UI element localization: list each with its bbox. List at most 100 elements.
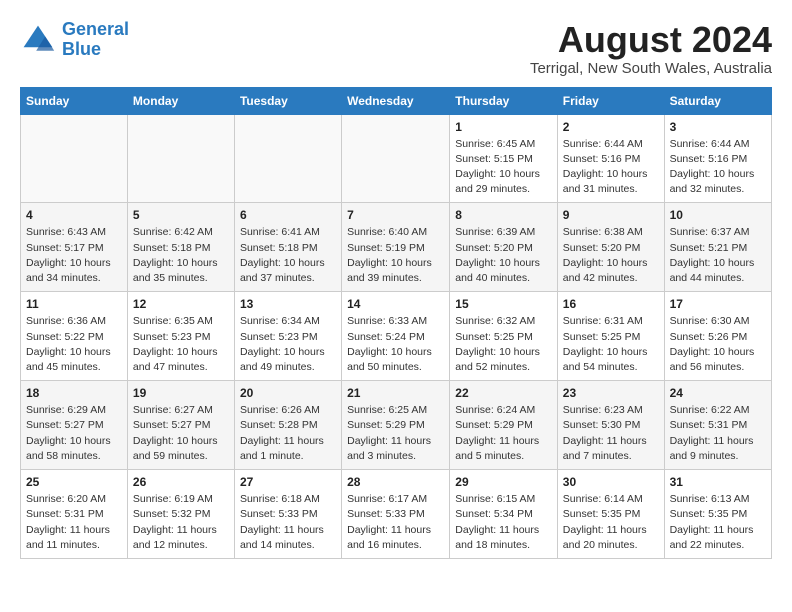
day-info: Sunrise: 6:27 AM Sunset: 5:27 PM Dayligh… — [133, 403, 229, 464]
day-info: Sunrise: 6:25 AM Sunset: 5:29 PM Dayligh… — [347, 403, 444, 464]
logo-text: General Blue — [62, 20, 129, 60]
col-header-sunday: Sunday — [21, 87, 128, 114]
table-row: 22 Sunrise: 6:24 AM Sunset: 5:29 PM Dayli… — [450, 381, 558, 470]
day-info: Sunrise: 6:15 AM Sunset: 5:34 PM Dayligh… — [455, 492, 552, 553]
table-row: 3Sunrise: 6:44 AM Sunset: 5:16 PM Daylig… — [664, 114, 771, 203]
day-number: 20 — [240, 386, 336, 400]
day-info: Sunrise: 6:34 AM Sunset: 5:23 PM Dayligh… — [240, 314, 336, 375]
table-row: 27 Sunrise: 6:18 AM Sunset: 5:33 PM Dayli… — [234, 470, 341, 559]
day-info: Sunrise: 6:17 AM Sunset: 5:33 PM Dayligh… — [347, 492, 444, 553]
table-row: 6 Sunrise: 6:41 AM Sunset: 5:18 PM Daylig… — [234, 203, 341, 292]
table-row: 2 Sunrise: 6:44 AM Sunset: 5:16 PM Daylig… — [557, 114, 664, 203]
day-number: 25 — [26, 475, 122, 489]
table-row: 18Sunrise: 6:29 AM Sunset: 5:27 PM Dayli… — [21, 381, 128, 470]
day-info: Sunrise: 6:41 AM Sunset: 5:18 PM Dayligh… — [240, 225, 336, 286]
table-row — [342, 114, 450, 203]
day-info: Sunrise: 6:42 AM Sunset: 5:18 PM Dayligh… — [133, 225, 229, 286]
logo: General Blue — [20, 20, 129, 60]
day-info: Sunrise: 6:36 AM Sunset: 5:22 PM Dayligh… — [26, 314, 122, 375]
table-row: 1Sunrise: 6:45 AM Sunset: 5:15 PM Daylig… — [450, 114, 558, 203]
day-info: Sunrise: 6:14 AM Sunset: 5:35 PM Dayligh… — [563, 492, 659, 553]
table-row: 21 Sunrise: 6:25 AM Sunset: 5:29 PM Dayli… — [342, 381, 450, 470]
table-row — [127, 114, 234, 203]
day-number: 2 — [563, 120, 659, 134]
day-number: 13 — [240, 297, 336, 311]
title-area: August 2024 Terrigal, New South Wales, A… — [530, 20, 772, 77]
logo-line2: Blue — [62, 39, 101, 59]
table-row: 4Sunrise: 6:43 AM Sunset: 5:17 PM Daylig… — [21, 203, 128, 292]
day-info: Sunrise: 6:26 AM Sunset: 5:28 PM Dayligh… — [240, 403, 336, 464]
day-info: Sunrise: 6:31 AM Sunset: 5:25 PM Dayligh… — [563, 314, 659, 375]
col-header-wednesday: Wednesday — [342, 87, 450, 114]
day-number: 31 — [670, 475, 766, 489]
col-header-friday: Friday — [557, 87, 664, 114]
day-info: Sunrise: 6:20 AM Sunset: 5:31 PM Dayligh… — [26, 492, 122, 553]
day-number: 29 — [455, 475, 552, 489]
table-row: 9Sunrise: 6:38 AM Sunset: 5:20 PM Daylig… — [557, 203, 664, 292]
table-row: 13 Sunrise: 6:34 AM Sunset: 5:23 PM Dayli… — [234, 292, 341, 381]
day-number: 26 — [133, 475, 229, 489]
day-number: 11 — [26, 297, 122, 311]
day-number: 16 — [563, 297, 659, 311]
day-number: 15 — [455, 297, 552, 311]
day-info: Sunrise: 6:44 AM Sunset: 5:16 PM Dayligh… — [563, 137, 659, 198]
table-row: 30 Sunrise: 6:14 AM Sunset: 5:35 PM Dayli… — [557, 470, 664, 559]
calendar-week-row: 4Sunrise: 6:43 AM Sunset: 5:17 PM Daylig… — [21, 203, 772, 292]
col-header-monday: Monday — [127, 87, 234, 114]
day-info: Sunrise: 6:30 AM Sunset: 5:26 PM Dayligh… — [670, 314, 766, 375]
table-row: 24 Sunrise: 6:22 AM Sunset: 5:31 PM Dayli… — [664, 381, 771, 470]
month-year: August 2024 — [530, 20, 772, 60]
day-number: 6 — [240, 208, 336, 222]
table-row — [234, 114, 341, 203]
calendar-week-row: 18Sunrise: 6:29 AM Sunset: 5:27 PM Dayli… — [21, 381, 772, 470]
table-row: 15 Sunrise: 6:32 AM Sunset: 5:25 PM Dayli… — [450, 292, 558, 381]
day-info: Sunrise: 6:37 AM Sunset: 5:21 PM Dayligh… — [670, 225, 766, 286]
table-row: 28Sunrise: 6:17 AM Sunset: 5:33 PM Dayli… — [342, 470, 450, 559]
table-row: 25 Sunrise: 6:20 AM Sunset: 5:31 PM Dayli… — [21, 470, 128, 559]
table-row: 19 Sunrise: 6:27 AM Sunset: 5:27 PM Dayli… — [127, 381, 234, 470]
table-row: 14 Sunrise: 6:33 AM Sunset: 5:24 PM Dayli… — [342, 292, 450, 381]
day-info: Sunrise: 6:45 AM Sunset: 5:15 PM Dayligh… — [455, 137, 552, 198]
day-info: Sunrise: 6:43 AM Sunset: 5:17 PM Dayligh… — [26, 225, 122, 286]
day-info: Sunrise: 6:33 AM Sunset: 5:24 PM Dayligh… — [347, 314, 444, 375]
day-number: 27 — [240, 475, 336, 489]
day-number: 23 — [563, 386, 659, 400]
day-info: Sunrise: 6:18 AM Sunset: 5:33 PM Dayligh… — [240, 492, 336, 553]
day-info: Sunrise: 6:22 AM Sunset: 5:31 PM Dayligh… — [670, 403, 766, 464]
table-row: 31Sunrise: 6:13 AM Sunset: 5:35 PM Dayli… — [664, 470, 771, 559]
day-number: 12 — [133, 297, 229, 311]
location: Terrigal, New South Wales, Australia — [530, 60, 772, 77]
table-row: 11 Sunrise: 6:36 AM Sunset: 5:22 PM Dayli… — [21, 292, 128, 381]
day-number: 21 — [347, 386, 444, 400]
day-number: 30 — [563, 475, 659, 489]
table-row: 16 Sunrise: 6:31 AM Sunset: 5:25 PM Dayli… — [557, 292, 664, 381]
calendar-week-row: 11 Sunrise: 6:36 AM Sunset: 5:22 PM Dayli… — [21, 292, 772, 381]
table-row: 29 Sunrise: 6:15 AM Sunset: 5:34 PM Dayli… — [450, 470, 558, 559]
table-row: 12Sunrise: 6:35 AM Sunset: 5:23 PM Dayli… — [127, 292, 234, 381]
page-header: General Blue August 2024 Terrigal, New S… — [20, 20, 772, 77]
col-header-tuesday: Tuesday — [234, 87, 341, 114]
day-number: 14 — [347, 297, 444, 311]
table-row: 17 Sunrise: 6:30 AM Sunset: 5:26 PM Dayli… — [664, 292, 771, 381]
day-number: 7 — [347, 208, 444, 222]
table-row: 26Sunrise: 6:19 AM Sunset: 5:32 PM Dayli… — [127, 470, 234, 559]
table-row: 7Sunrise: 6:40 AM Sunset: 5:19 PM Daylig… — [342, 203, 450, 292]
calendar-header-row: SundayMondayTuesdayWednesdayThursdayFrid… — [21, 87, 772, 114]
col-header-saturday: Saturday — [664, 87, 771, 114]
day-number: 22 — [455, 386, 552, 400]
day-number: 18 — [26, 386, 122, 400]
day-info: Sunrise: 6:32 AM Sunset: 5:25 PM Dayligh… — [455, 314, 552, 375]
day-number: 10 — [670, 208, 766, 222]
day-number: 3 — [670, 120, 766, 134]
day-number: 5 — [133, 208, 229, 222]
day-number: 17 — [670, 297, 766, 311]
day-number: 19 — [133, 386, 229, 400]
day-info: Sunrise: 6:23 AM Sunset: 5:30 PM Dayligh… — [563, 403, 659, 464]
day-number: 8 — [455, 208, 552, 222]
logo-line1: General — [62, 19, 129, 39]
table-row: 20 Sunrise: 6:26 AM Sunset: 5:28 PM Dayli… — [234, 381, 341, 470]
day-number: 24 — [670, 386, 766, 400]
day-info: Sunrise: 6:24 AM Sunset: 5:29 PM Dayligh… — [455, 403, 552, 464]
table-row — [21, 114, 128, 203]
day-info: Sunrise: 6:38 AM Sunset: 5:20 PM Dayligh… — [563, 225, 659, 286]
